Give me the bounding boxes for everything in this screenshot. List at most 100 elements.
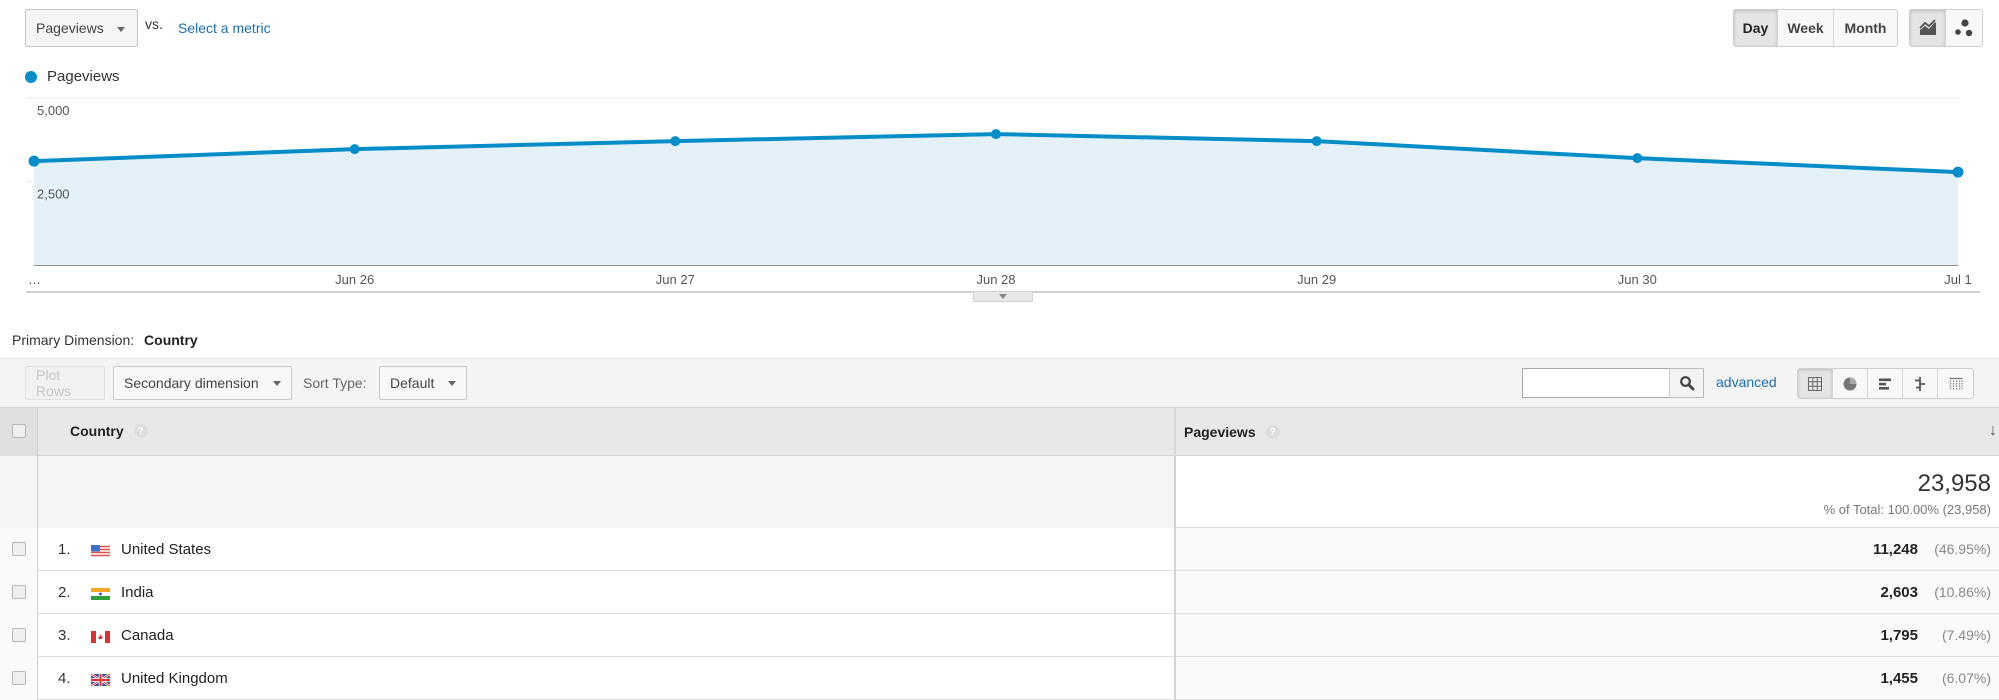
row-pageviews-percent: (6.07%) xyxy=(1941,670,1991,686)
row-rank: 3. xyxy=(58,627,71,644)
table-row: 2. India 2,603 (10.86%) xyxy=(0,571,1999,614)
chevron-down-icon xyxy=(999,294,1007,299)
period-month-button[interactable]: Month xyxy=(1834,10,1897,46)
flag-gb-icon xyxy=(90,672,111,688)
motion-chart-button[interactable] xyxy=(1946,10,1982,46)
performance-view-button[interactable] xyxy=(1868,369,1903,398)
x-tick-label: Jun 28 xyxy=(976,272,1015,287)
row-country-link[interactable]: United Kingdom xyxy=(121,670,228,687)
data-point xyxy=(1311,136,1322,147)
flag-ca-icon xyxy=(91,630,110,643)
comparison-view-button[interactable] xyxy=(1903,369,1938,398)
row-rank: 4. xyxy=(58,670,71,687)
sort-type-select[interactable]: Default xyxy=(379,366,468,400)
totals-subtitle: % of Total: 100.00% (23,958) xyxy=(1823,502,1991,517)
row-dimension-cell xyxy=(38,614,1174,656)
column-divider xyxy=(1174,408,1176,456)
chevron-down-icon xyxy=(448,380,457,386)
row-checkbox[interactable] xyxy=(12,628,26,642)
x-tick-label: … xyxy=(28,272,41,287)
x-tick-label: Jun 27 xyxy=(656,272,695,287)
totals-empty-cell xyxy=(0,456,38,528)
row-pageviews-value: 11,248 xyxy=(1872,541,1918,558)
row-checkbox[interactable] xyxy=(12,671,26,685)
period-day-button[interactable]: Day xyxy=(1734,10,1778,46)
row-country-link[interactable]: United States xyxy=(121,541,211,558)
vs-label: vs. xyxy=(145,16,163,32)
row-pageviews-value: 2,603 xyxy=(1880,584,1918,601)
metric-select-value: Pageviews xyxy=(36,20,104,36)
table-row: 4. United Kingdom 1,455 (6.07%) xyxy=(0,657,1999,700)
row-checkbox[interactable] xyxy=(12,542,26,556)
row-checkbox[interactable] xyxy=(12,585,26,599)
pie-view-icon xyxy=(1843,377,1857,390)
advanced-filter-link[interactable]: advanced xyxy=(1716,374,1777,390)
row-rank: 2. xyxy=(58,584,71,601)
help-icon[interactable]: ? xyxy=(133,424,148,438)
column-header-pageviews-label: Pageviews xyxy=(1184,424,1256,440)
select-metric-link[interactable]: Select a metric xyxy=(178,20,271,36)
sort-type-label: Sort Type: xyxy=(303,375,367,391)
column-divider xyxy=(1174,657,1176,700)
period-toggle: Day Week Month xyxy=(1733,9,1898,47)
period-week-button[interactable]: Week xyxy=(1778,10,1834,46)
select-all-checkbox[interactable] xyxy=(12,424,26,438)
row-checkbox-cell xyxy=(0,571,38,614)
table-row: 1. United States 11,248 (46.95%) xyxy=(0,528,1999,571)
chart-collapse-toggle[interactable] xyxy=(973,292,1033,302)
table-toolbar: Plot Rows Secondary dimension Sort Type:… xyxy=(0,358,1999,408)
totals-label-cell xyxy=(38,456,1174,528)
column-header-pageviews[interactable]: Pageviews ? xyxy=(1184,424,1280,440)
row-dimension-cell xyxy=(38,571,1174,613)
row-pageviews: 2,603 (10.86%) xyxy=(1880,584,1991,601)
row-pageviews-percent: (46.95%) xyxy=(1934,541,1991,557)
plot-rows-button[interactable]: Plot Rows xyxy=(25,366,105,400)
table-search-input[interactable] xyxy=(1522,368,1670,398)
flag-in-icon xyxy=(91,587,110,600)
chart-legend: Pageviews xyxy=(25,68,120,85)
row-pageviews-value: 1,455 xyxy=(1880,670,1918,687)
pie-view-button[interactable] xyxy=(1833,369,1868,398)
line-chart-button[interactable] xyxy=(1910,10,1946,46)
table-row: 3. Canada 1,795 (7.49%) xyxy=(0,614,1999,657)
x-tick-label: Jun 30 xyxy=(1618,272,1657,287)
y-tick-label: 2,500 xyxy=(37,187,70,202)
column-divider xyxy=(1174,571,1176,614)
row-pageviews-percent: (10.86%) xyxy=(1934,584,1991,600)
primary-dimension: Primary Dimension: Country xyxy=(12,332,198,348)
pivot-view-button[interactable] xyxy=(1938,369,1973,398)
row-country-link[interactable]: India xyxy=(121,584,154,601)
row-pageviews: 1,455 (6.07%) xyxy=(1880,670,1991,687)
select-all-cell xyxy=(0,408,38,456)
x-tick-label: Jun 29 xyxy=(1297,272,1336,287)
pageviews-chart: 5,000 2,500 … Jun 26 Jun 27 Jun 28 Jun 29 Jun … xyxy=(26,97,1972,287)
secondary-dimension-select[interactable]: Secondary dimension xyxy=(113,366,292,400)
y-tick-label: 5,000 xyxy=(37,103,70,118)
motion-chart-icon xyxy=(1955,19,1973,37)
data-point xyxy=(28,155,40,167)
row-country-link[interactable]: Canada xyxy=(121,627,174,644)
search-button[interactable] xyxy=(1669,368,1704,398)
sort-descending-icon[interactable]: ↓ xyxy=(1989,422,1997,440)
row-checkbox-cell xyxy=(0,528,38,571)
primary-dimension-label: Primary Dimension: xyxy=(12,332,135,348)
sort-type-value: Default xyxy=(390,375,435,391)
help-icon[interactable]: ? xyxy=(1265,425,1280,439)
column-header-country[interactable]: Country ? xyxy=(70,423,148,439)
flag-us-icon xyxy=(91,544,110,557)
data-point xyxy=(991,129,1001,140)
totals-value: 23,958 xyxy=(1917,470,1991,497)
metric-select[interactable]: Pageviews xyxy=(25,9,138,47)
data-point xyxy=(349,144,360,155)
row-checkbox-cell xyxy=(0,614,38,657)
row-pageviews: 1,795 (7.49%) xyxy=(1880,627,1991,644)
table-view-button[interactable] xyxy=(1798,369,1833,398)
line-chart-icon xyxy=(1918,19,1936,35)
table-view-toggle xyxy=(1797,368,1974,399)
legend-label: Pageviews xyxy=(47,68,120,85)
x-tick-label: Jul 1 xyxy=(1944,272,1971,287)
table-view-icon xyxy=(1808,376,1822,391)
data-point xyxy=(1632,153,1643,164)
chevron-down-icon xyxy=(117,27,125,32)
primary-dimension-value[interactable]: Country xyxy=(144,332,198,348)
